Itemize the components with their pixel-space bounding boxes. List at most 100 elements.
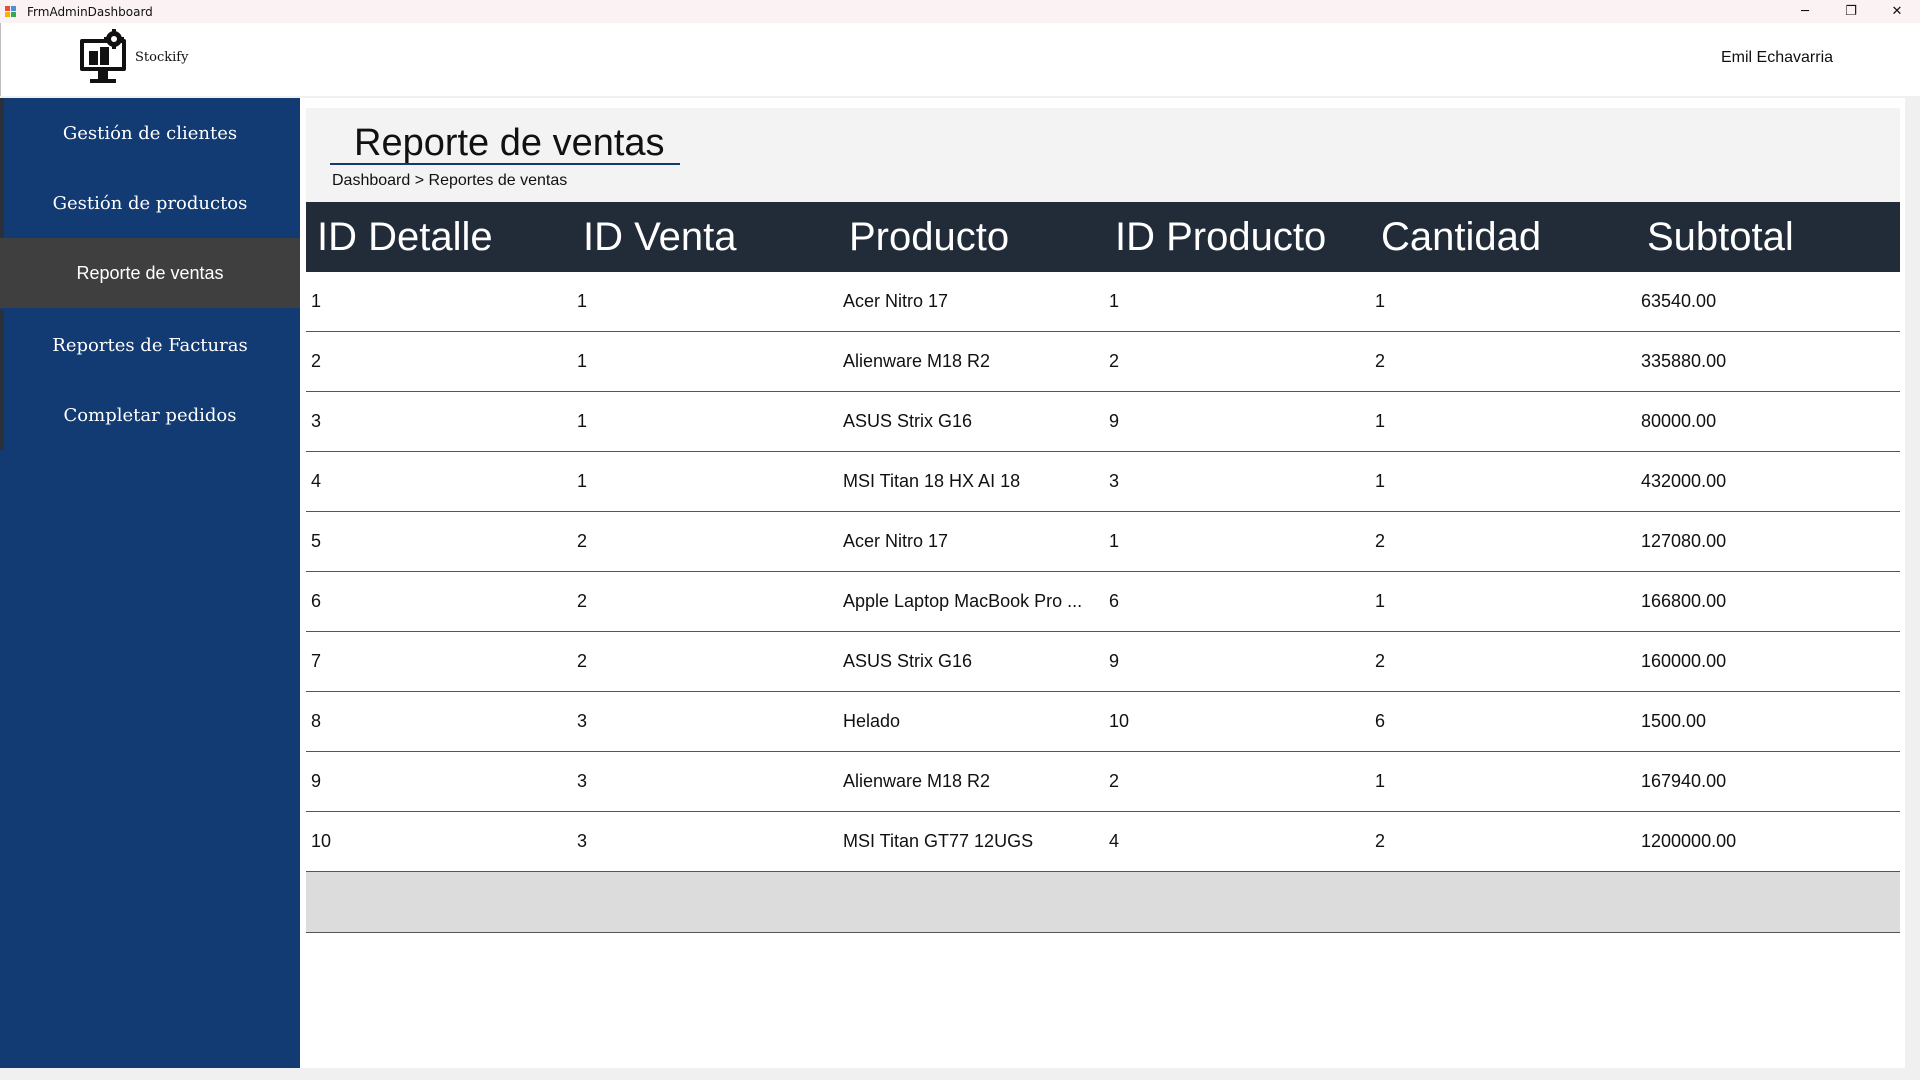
table-cell[interactable]: 160000.00 (1636, 632, 1900, 691)
table-cell[interactable]: ASUS Strix G16 (838, 632, 1104, 691)
table-cell[interactable]: 4 (1104, 812, 1370, 871)
table-cell[interactable]: MSI Titan 18 HX AI 18 (838, 452, 1104, 511)
user-name[interactable]: Emil Echavarria (1721, 49, 1833, 67)
table-cell[interactable]: 2 (572, 512, 838, 571)
table-cell[interactable]: 2 (572, 632, 838, 691)
column-header[interactable]: Producto (838, 202, 1104, 272)
table-row[interactable]: 10 3 MSI Titan GT77 12UGS 4 2 1200000.00 (306, 812, 1900, 872)
table-row[interactable]: 4 1 MSI Titan 18 HX AI 18 3 1 432000.00 (306, 452, 1900, 512)
table-cell[interactable]: 3 (572, 752, 838, 811)
table-cell[interactable]: 335880.00 (1636, 332, 1900, 391)
title-underline (330, 163, 680, 165)
table-cell[interactable]: Alienware M18 R2 (838, 332, 1104, 391)
table-cell[interactable]: 2 (306, 332, 572, 391)
table-cell[interactable]: 80000.00 (1636, 392, 1900, 451)
table-cell[interactable]: 1 (572, 392, 838, 451)
table-row[interactable]: 2 1 Alienware M18 R2 2 2 335880.00 (306, 332, 1900, 392)
sales-report-grid[interactable]: ID Detalle ID Venta Producto ID Producto… (306, 202, 1900, 933)
table-cell[interactable]: 3 (572, 812, 838, 871)
table-cell[interactable]: Acer Nitro 17 (838, 272, 1104, 331)
table-cell[interactable]: 2 (1370, 512, 1636, 571)
main-content: Reporte de ventas Dashboard > Reportes d… (300, 98, 1905, 1068)
table-cell[interactable]: Alienware M18 R2 (838, 752, 1104, 811)
column-header[interactable]: ID Venta (572, 202, 838, 272)
table-cell[interactable]: 1 (572, 272, 838, 331)
table-row[interactable]: 7 2 ASUS Strix G16 9 2 160000.00 (306, 632, 1900, 692)
column-header[interactable]: ID Detalle (306, 202, 572, 272)
sidebar-item-reportes-facturas[interactable]: Reportes de Facturas (0, 310, 300, 380)
table-row[interactable]: 3 1 ASUS Strix G16 9 1 80000.00 (306, 392, 1900, 452)
app-icon (5, 5, 17, 18)
table-cell[interactable]: 6 (1370, 692, 1636, 751)
table-cell[interactable]: 3 (572, 692, 838, 751)
table-cell[interactable]: Apple Laptop MacBook Pro ... (838, 572, 1104, 631)
table-row[interactable]: 5 2 Acer Nitro 17 1 2 127080.00 (306, 512, 1900, 572)
sidebar-item-reporte-ventas[interactable]: Reporte de ventas (0, 238, 300, 308)
table-row[interactable]: 8 3 Helado 10 6 1500.00 (306, 692, 1900, 752)
table-cell[interactable]: 10 (1104, 692, 1370, 751)
new-row-placeholder[interactable] (306, 872, 1900, 933)
table-cell[interactable]: 2 (1370, 812, 1636, 871)
column-header[interactable]: ID Producto (1104, 202, 1370, 272)
table-cell[interactable]: 5 (306, 512, 572, 571)
table-cell[interactable]: 8 (306, 692, 572, 751)
page-title: Reporte de ventas (354, 122, 665, 164)
table-row[interactable]: 6 2 Apple Laptop MacBook Pro ... 6 1 166800.0… (306, 572, 1900, 632)
page-header: Reporte de ventas Dashboard > Reportes d… (306, 108, 1900, 202)
table-cell[interactable]: 1500.00 (1636, 692, 1900, 751)
table-cell[interactable]: Acer Nitro 17 (838, 512, 1104, 571)
sidebar-item-gestion-clientes[interactable]: Gestión de clientes (0, 98, 300, 168)
table-cell[interactable]: Helado (838, 692, 1104, 751)
table-cell[interactable]: MSI Titan GT77 12UGS (838, 812, 1104, 871)
table-cell[interactable]: 10 (306, 812, 572, 871)
table-cell[interactable]: 1200000.00 (1636, 812, 1900, 871)
sidebar-item-gestion-productos[interactable]: Gestión de productos (0, 168, 300, 238)
table-cell[interactable]: 1 (1370, 392, 1636, 451)
table-cell[interactable]: 6 (1104, 572, 1370, 631)
table-cell[interactable]: 7 (306, 632, 572, 691)
table-row[interactable]: 1 1 Acer Nitro 17 1 1 63540.00 (306, 272, 1900, 332)
table-cell[interactable]: 2 (1104, 752, 1370, 811)
table-cell[interactable]: 1 (1370, 272, 1636, 331)
table-cell[interactable]: 63540.00 (1636, 272, 1900, 331)
breadcrumb: Dashboard > Reportes de ventas (332, 172, 568, 189)
table-cell[interactable]: 9 (306, 752, 572, 811)
table-cell[interactable]: 6 (306, 572, 572, 631)
close-button[interactable]: ✕ (1874, 0, 1920, 23)
table-cell[interactable]: 167940.00 (1636, 752, 1900, 811)
table-cell[interactable]: 432000.00 (1636, 452, 1900, 511)
column-header[interactable]: Cantidad (1370, 202, 1636, 272)
table-cell[interactable]: 9 (1104, 392, 1370, 451)
title-bar: FrmAdminDashboard ─ ❐ ✕ (0, 0, 1920, 23)
table-cell[interactable]: 1 (1104, 272, 1370, 331)
table-row[interactable]: 9 3 Alienware M18 R2 2 1 167940.00 (306, 752, 1900, 812)
computer-gear-icon (78, 29, 128, 85)
table-cell[interactable]: 3 (306, 392, 572, 451)
table-cell[interactable]: 4 (306, 452, 572, 511)
table-cell[interactable]: 1 (572, 452, 838, 511)
table-cell[interactable]: 1 (1370, 572, 1636, 631)
window-title: FrmAdminDashboard (27, 4, 153, 19)
table-cell[interactable]: 1 (572, 332, 838, 391)
table-cell[interactable]: 3 (1104, 452, 1370, 511)
table-cell[interactable]: 2 (1370, 332, 1636, 391)
table-cell[interactable]: 127080.00 (1636, 512, 1900, 571)
sidebar: Gestión de clientes Gestión de productos… (0, 98, 300, 1068)
table-cell[interactable]: 1 (1370, 452, 1636, 511)
column-header[interactable]: Subtotal (1636, 202, 1900, 272)
table-cell[interactable]: 2 (572, 572, 838, 631)
table-cell[interactable]: 1 (306, 272, 572, 331)
table-cell[interactable]: 2 (1370, 632, 1636, 691)
table-cell[interactable]: 9 (1104, 632, 1370, 691)
app-header: Stockify Emil Echavarria (0, 23, 1920, 96)
grid-header: ID Detalle ID Venta Producto ID Producto… (306, 202, 1900, 272)
table-cell[interactable]: 2 (1104, 332, 1370, 391)
table-cell[interactable]: 1 (1104, 512, 1370, 571)
table-cell[interactable]: ASUS Strix G16 (838, 392, 1104, 451)
brand-name: Stockify (135, 50, 189, 65)
table-cell[interactable]: 166800.00 (1636, 572, 1900, 631)
restore-button[interactable]: ❐ (1828, 0, 1874, 23)
sidebar-item-completar-pedidos[interactable]: Completar pedidos (0, 380, 300, 450)
minimize-button[interactable]: ─ (1782, 0, 1828, 23)
table-cell[interactable]: 1 (1370, 752, 1636, 811)
